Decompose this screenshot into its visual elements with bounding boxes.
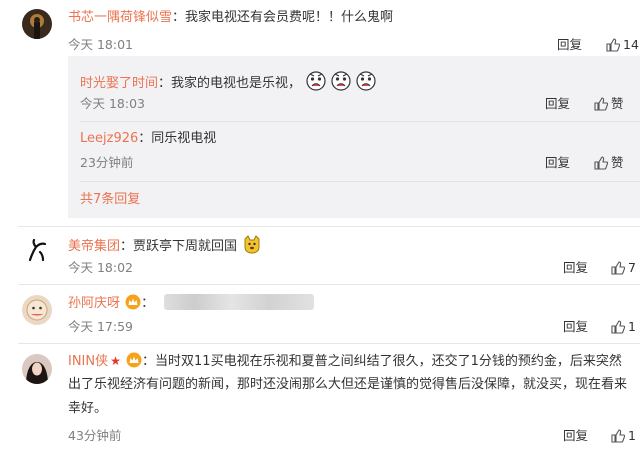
like-label: 赞	[611, 96, 624, 111]
reply-time: 23分钟前	[80, 155, 134, 170]
reply-button[interactable]: 回复	[563, 260, 588, 276]
divider	[18, 284, 640, 285]
cry-face-emoji-icon	[331, 71, 351, 91]
divider	[18, 343, 640, 344]
like-button[interactable]: 7	[611, 260, 636, 276]
thumbs-up-icon	[594, 97, 608, 111]
star-badge-icon: ★	[110, 354, 121, 368]
comment-text: ：贾跃亭下周就回国	[120, 239, 238, 254]
like-button[interactable]: 赞	[594, 96, 624, 112]
divider	[80, 181, 640, 182]
comment-text: ：我家电视还有会员费呢！！什么鬼啊	[172, 10, 394, 25]
comment-text: 出了乐视经济有问题的新闻，那时还没闹那么大但还是谨慎的觉得售后没保障，就没买，现…	[68, 377, 628, 392]
thumbs-up-icon	[611, 261, 625, 275]
reply-button[interactable]: 回复	[545, 96, 570, 112]
thumbs-up-icon	[594, 156, 608, 170]
more-replies-link[interactable]: 共7条回复	[80, 191, 140, 209]
like-button[interactable]: 14	[606, 37, 639, 53]
comment-time: 43分钟前	[68, 428, 122, 443]
reply-text: ：同乐视电视	[138, 131, 217, 146]
reply-text: ：我家的电视也是乐视，	[158, 76, 302, 91]
avatar[interactable]	[22, 236, 52, 266]
comment-time: 今天 18:01	[68, 37, 133, 52]
thumbs-up-icon	[606, 38, 620, 52]
blurred-content	[164, 294, 315, 310]
avatar[interactable]	[22, 295, 52, 325]
comment-text: 幸好。	[68, 401, 108, 416]
username-link[interactable]: 美帝集团	[68, 239, 120, 254]
avatar[interactable]	[22, 9, 52, 39]
username-link[interactable]: 孙阿庆呀	[68, 296, 120, 311]
like-count: 1	[628, 428, 636, 443]
like-count: 1	[628, 319, 636, 334]
comment-text: ：当时双11买电视在乐视和夏普之间纠结了很久，还交了1分钱的预约金，后来突然	[142, 354, 622, 369]
like-count: 14	[623, 37, 639, 52]
username-link[interactable]: 书芯一隅荷锋似雪	[68, 10, 172, 25]
thumbs-up-icon	[611, 429, 625, 443]
like-button[interactable]: 1	[611, 428, 636, 444]
cry-face-emoji-icon	[306, 71, 326, 91]
avatar[interactable]	[22, 354, 52, 384]
thumbs-up-icon	[611, 320, 625, 334]
reply-button[interactable]: 回复	[563, 428, 588, 444]
comment-text: ：	[141, 296, 155, 311]
reply-button[interactable]: 回复	[563, 319, 588, 335]
divider	[18, 226, 640, 227]
username-link[interactable]: 时光娶了时间	[80, 76, 158, 91]
reply-time: 今天 18:03	[80, 96, 145, 111]
like-button[interactable]: 赞	[594, 155, 624, 171]
doge-emoji-icon	[244, 235, 260, 254]
like-button[interactable]: 1	[611, 319, 636, 335]
vip-crown-badge-icon	[125, 294, 141, 310]
reply-button[interactable]: 回复	[557, 37, 582, 53]
reply-button[interactable]: 回复	[545, 155, 570, 171]
vip-crown-badge-icon	[126, 352, 142, 368]
comment-time: 今天 17:59	[68, 319, 133, 334]
like-count: 7	[628, 260, 636, 275]
comment-time: 今天 18:02	[68, 260, 133, 275]
divider	[80, 121, 640, 122]
username-link[interactable]: ININ侠	[68, 354, 108, 369]
like-label: 赞	[611, 155, 624, 170]
cry-face-emoji-icon	[356, 71, 377, 91]
username-link[interactable]: Leejz926	[80, 131, 138, 146]
